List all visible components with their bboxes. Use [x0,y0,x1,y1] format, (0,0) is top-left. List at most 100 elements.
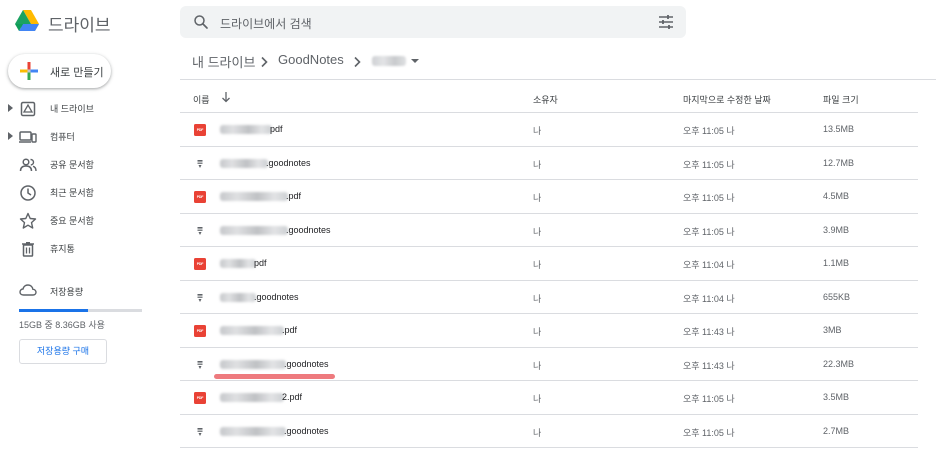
file-modified: 오후 11:04 나 [683,293,735,304]
storage-label[interactable]: 저장용량 [50,285,83,298]
search-options-icon[interactable] [658,14,674,30]
file-size: 4.5MB [823,191,850,201]
file-size: 13.5MB [823,124,855,134]
computer-icon [19,131,37,143]
trash-icon [22,242,34,257]
column-last-modified[interactable]: 마지막으로 수정한 날짜 [683,93,771,106]
file-extension: .goodnotes [266,157,311,168]
file-modified: 오후 11:05 나 [683,394,735,404]
sidebar-item-my-drive[interactable]: 내 드라이브 [0,97,170,121]
file-modified: 오후 11:05 나 [683,126,735,136]
file-owner: 나 [533,226,542,237]
file-owner: 나 [533,394,542,404]
file-modified: 오후 11:05 나 [683,427,735,438]
goodnotes-file-icon [194,225,206,237]
shared-with-me-icon [19,158,37,172]
file-extension: .pdf [282,325,298,335]
column-file-size[interactable]: 파일 크기 [823,93,859,106]
file-owner: 나 [533,360,542,371]
file-modified: 오후 11:05 나 [683,159,735,170]
file-extension: .goodnotes [286,224,331,235]
file-name-redacted [220,393,284,402]
pdf-file-icon: PDF [194,325,206,337]
new-button[interactable]: 새로 만들기 [8,54,111,88]
column-name[interactable]: 이름 [193,93,210,106]
storage-progress-bar [19,309,142,312]
table-row[interactable]: .goodnotes 나 오후 11:05 나 3.9MB [180,214,918,247]
chevron-right-icon [354,56,361,68]
file-size: 3.5MB [823,392,850,402]
file-name-redacted [220,326,284,335]
sidebar-item-label: 내 드라이브 [50,104,94,114]
file-extension: 2.pdf [282,392,303,402]
expand-arrow-icon[interactable] [8,104,13,112]
goodnotes-file-icon [194,158,206,170]
sidebar-item-trash[interactable]: 휴지통 [0,237,170,261]
file-extension: pdf [254,258,267,268]
table-row[interactable]: PDF pdf 나 오후 11:04 나 1.1MB [180,247,918,281]
file-extension: .pdf [286,191,302,201]
file-size: 12.7MB [823,157,855,168]
file-name-redacted [220,125,272,134]
file-modified: 오후 11:05 나 [683,226,735,237]
sidebar-item-starred[interactable]: 중요 문서함 [0,209,170,233]
red-underline-annotation [214,374,335,379]
table-row[interactable]: PDF .pdf 나 오후 11:05 나 4.5MB [180,180,918,214]
goodnotes-file-icon [194,359,206,371]
arrow-down-icon[interactable] [220,91,232,103]
table-row[interactable]: PDF 2.pdf 나 오후 11:05 나 3.5MB [180,381,918,415]
pdf-file-icon: PDF [194,124,206,136]
goodnotes-file-icon [194,426,206,438]
file-extension: pdf [270,124,283,134]
file-size: 1.1MB [823,258,850,268]
file-extension: .goodnotes [254,291,299,302]
file-size: 3MB [823,325,842,335]
storage-usage-text: 15GB 중 8.36GB 사용 [19,320,105,330]
file-owner: 나 [533,327,542,337]
search-icon[interactable] [192,13,210,31]
file-name-redacted [220,259,256,268]
file-size: 655KB [823,291,851,302]
sidebar-item-label: 중요 문서함 [50,216,94,226]
breadcrumb-my-drive[interactable]: 내 드라이브 [192,52,255,71]
table-row[interactable]: PDF pdf 나 오후 11:05 나 13.5MB [180,113,918,147]
file-owner: 나 [533,126,542,136]
file-list-header: 이름 소유자 마지막으로 수정한 날짜 파일 크기 [180,80,918,113]
sidebar-item-label: 공유 문서함 [50,160,94,170]
file-owner: 나 [533,293,542,304]
table-row[interactable]: .goodnotes 나 오후 11:05 나 12.7MB [180,147,918,180]
search-input[interactable]: 드라이브에서 검색 [220,15,312,32]
file-modified: 오후 11:43 나 [683,327,735,337]
table-row[interactable]: .goodnotes 나 오후 11:05 나 2.7MB [180,415,918,448]
cloud-icon [19,284,37,296]
table-row[interactable]: .goodnotes 나 오후 11:04 나 655KB [180,281,918,314]
sidebar-item-label: 컴퓨터 [50,132,75,142]
table-row[interactable]: PDF .pdf 나 오후 11:43 나 3MB [180,314,918,348]
buy-storage-button[interactable]: 저장용량 구매 [19,339,107,364]
drive-logo-icon[interactable] [14,9,40,33]
dropdown-arrow-icon[interactable] [411,59,419,63]
pdf-file-icon: PDF [194,392,206,404]
file-size: 2.7MB [823,425,850,436]
my-drive-icon [20,101,36,117]
sidebar-item-computers[interactable]: 컴퓨터 [0,125,170,149]
file-name-redacted [220,292,256,302]
sidebar-item-shared[interactable]: 공유 문서함 [0,153,170,177]
file-owner: 나 [533,427,542,438]
file-extension: .goodnotes [284,425,329,436]
pdf-file-icon: PDF [194,258,206,270]
breadcrumb-current-folder-redacted[interactable] [372,56,406,66]
file-modified: 오후 11:43 나 [683,360,735,371]
search-bar[interactable]: 드라이브에서 검색 [180,6,686,38]
file-name-redacted [220,225,288,235]
expand-arrow-icon[interactable] [8,132,13,140]
new-button-label: 새로 만들기 [50,67,104,79]
file-extension: .goodnotes [284,358,329,369]
app-title[interactable]: 드라이브 [48,11,111,36]
breadcrumb-goodnotes[interactable]: GoodNotes [278,52,344,67]
sidebar-item-label: 최근 문서함 [50,188,94,198]
file-size: 22.3MB [823,358,855,369]
sidebar-item-recent[interactable]: 최근 문서함 [0,181,170,205]
file-name-redacted [220,192,288,201]
column-owner[interactable]: 소유자 [533,93,558,106]
